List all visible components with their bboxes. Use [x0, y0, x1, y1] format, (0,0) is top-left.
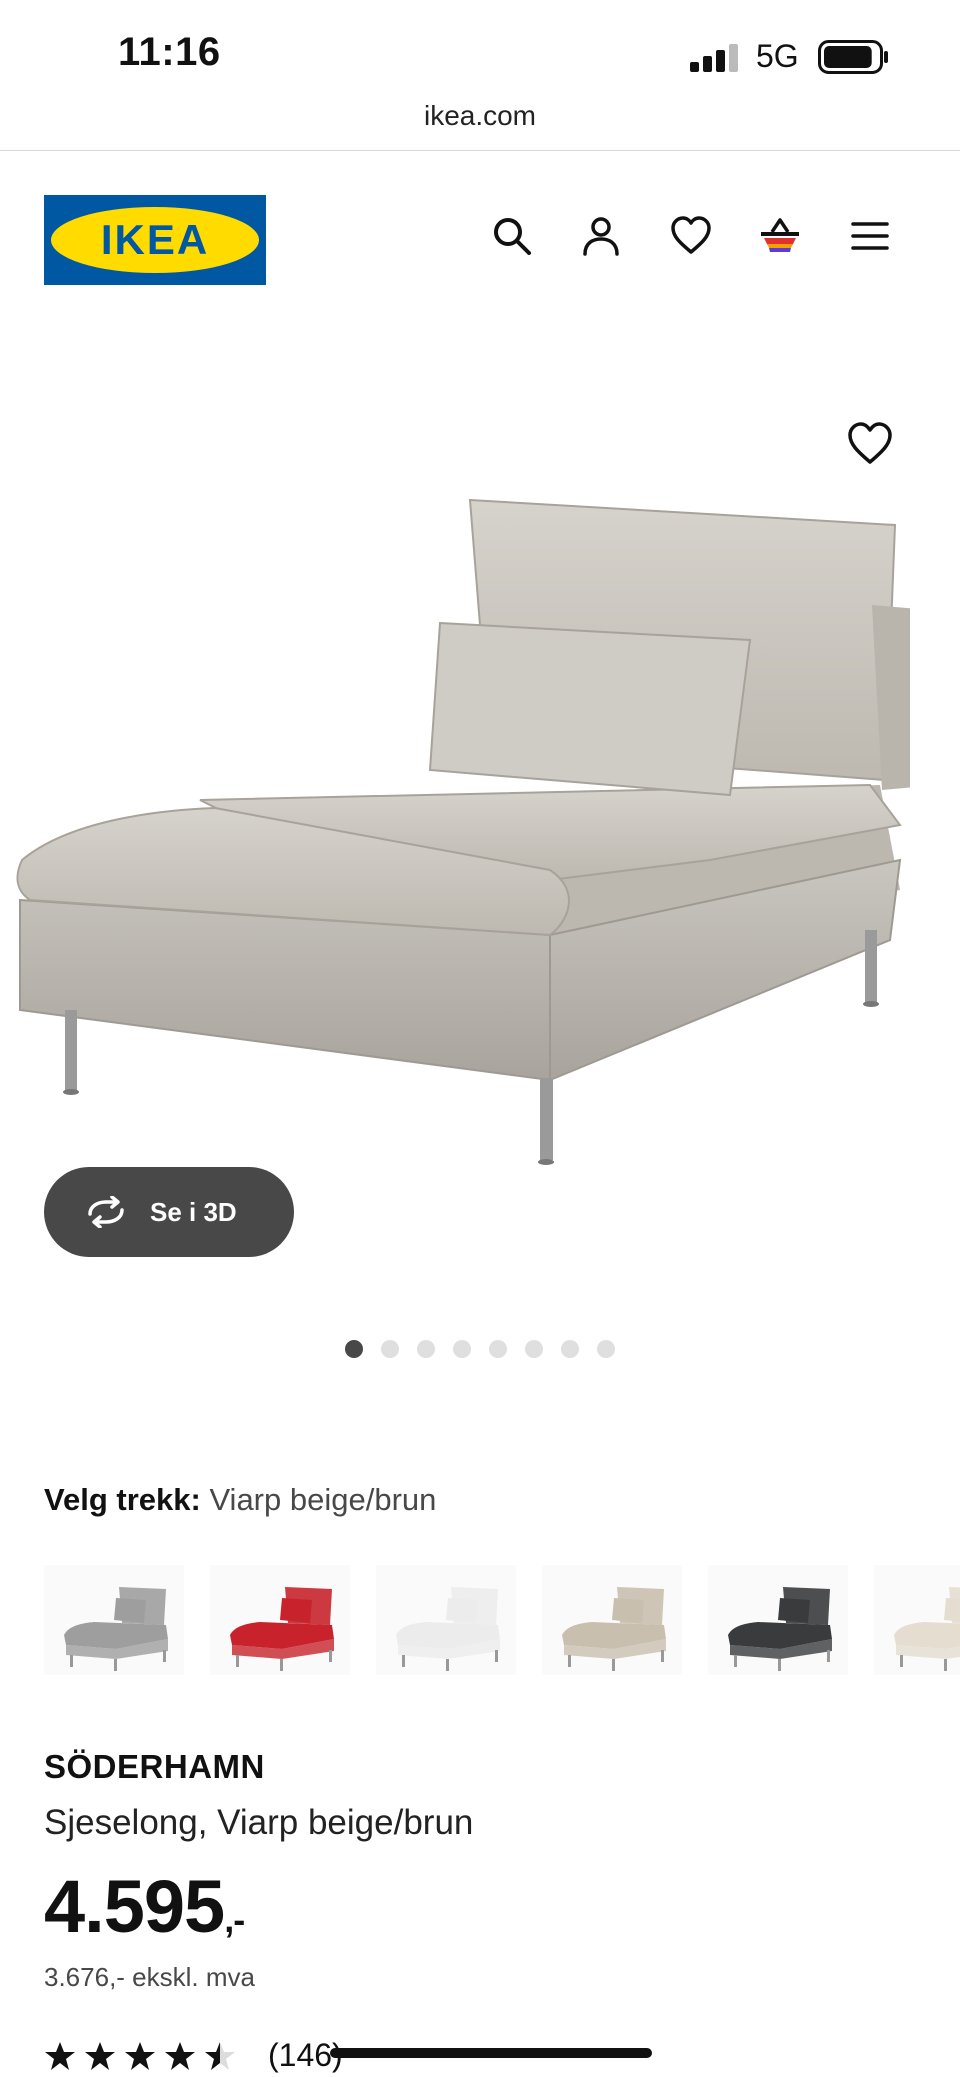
cover-swatch-white[interactable]: [376, 1565, 516, 1675]
gallery-pagination[interactable]: [0, 1340, 960, 1358]
product-price: 4.595,-: [44, 1864, 245, 1949]
product-name: SÖDERHAMN: [44, 1748, 265, 1785]
user-icon[interactable]: [579, 214, 623, 258]
signal-icon: [690, 44, 738, 72]
gallery-dot[interactable]: [417, 1340, 435, 1358]
search-icon[interactable]: [490, 214, 534, 258]
cover-swatches: [44, 1565, 960, 1685]
gallery-dot[interactable]: [489, 1340, 507, 1358]
price-excluding-vat: 3.676,- ekskl. mva: [44, 1962, 255, 1992]
star-icon: [205, 2041, 235, 2070]
battery-icon: [818, 40, 888, 74]
cover-label: Velg trekk:: [44, 1482, 201, 1517]
view-in-3d-label: Se i 3D: [150, 1196, 237, 1227]
heart-icon[interactable]: [669, 214, 713, 258]
logo-text: IKEA: [101, 216, 209, 263]
star-icon: [85, 2041, 115, 2070]
product-rating[interactable]: (146): [44, 2037, 343, 2074]
gallery-dot[interactable]: [597, 1340, 615, 1358]
view-in-3d-button[interactable]: Se i 3D: [44, 1167, 294, 1257]
price-value: 4.595: [44, 1865, 225, 1948]
menu-icon[interactable]: [848, 214, 892, 258]
rotate-3d-icon: [88, 1196, 124, 1228]
star-icon: [165, 2041, 195, 2070]
address-bar-divider: [0, 150, 960, 151]
product-description: Sjeselong, Viarp beige/brun: [44, 1803, 474, 1842]
ikea-logo[interactable]: IKEA: [44, 195, 266, 285]
cover-swatch-light-beige[interactable]: [874, 1565, 960, 1675]
cover-swatch-grey[interactable]: [44, 1565, 184, 1675]
price-suffix: ,-: [224, 1899, 245, 1940]
cover-value: Viarp beige/brun: [209, 1482, 437, 1517]
gallery-dot[interactable]: [561, 1340, 579, 1358]
basket-icon[interactable]: [758, 214, 802, 258]
cover-swatch-dark-grey[interactable]: [708, 1565, 848, 1675]
add-to-favourites-heart-icon[interactable]: [846, 420, 894, 468]
rating-stars: [44, 2040, 236, 2072]
cover-selection-label: Velg trekk: Viarp beige/brun: [44, 1482, 436, 1518]
home-indicator: [330, 2048, 652, 2058]
cover-swatch-red[interactable]: [210, 1565, 350, 1675]
network-type: 5G: [756, 38, 799, 74]
gallery-dot[interactable]: [525, 1340, 543, 1358]
star-icon: [45, 2041, 75, 2070]
status-time: 11:16: [118, 30, 221, 74]
gallery-dot[interactable]: [453, 1340, 471, 1358]
gallery-dot[interactable]: [381, 1340, 399, 1358]
address-bar-url[interactable]: ikea.com: [0, 100, 960, 132]
gallery-dot[interactable]: [345, 1340, 363, 1358]
star-icon: [125, 2041, 155, 2070]
product-image[interactable]: [10, 480, 910, 1180]
cover-swatch-beige[interactable]: [542, 1565, 682, 1675]
